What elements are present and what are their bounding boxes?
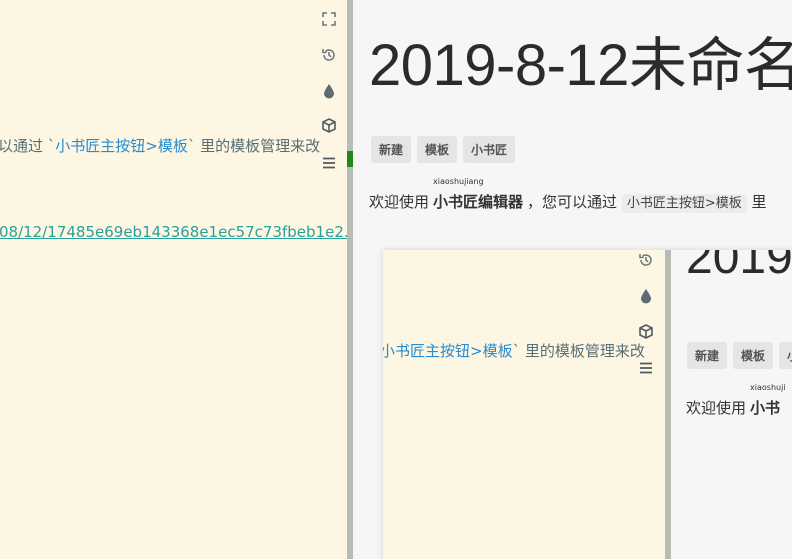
embedded-tag-list: 新建 模板 小 xyxy=(687,342,792,369)
embedded-title: 2019 xyxy=(686,250,792,284)
history-icon xyxy=(633,250,659,273)
app-window: 以通过 `小书匠主按钮>模板` 里的模板管理来改 08/12/17485e69e… xyxy=(0,0,792,559)
menu-icon[interactable] xyxy=(316,150,342,176)
embedded-inline-code: 小书匠主按钮>模板 xyxy=(383,342,513,360)
embedded-editor: 小书匠主按钮>模板` 里的模板管理来改 xyxy=(383,250,665,559)
editor-text: 以通过 ` xyxy=(0,137,56,155)
welcome-middle: ，您可以通过 xyxy=(527,193,618,211)
editor-line-image-url[interactable]: 08/12/17485e69eb143368e1ec57c73fbeb1e2.p xyxy=(0,223,347,241)
welcome-prefix: 欢迎使用 xyxy=(369,193,430,211)
embedded-preview: 2019 新建 模板 小 欢迎使用xiaoshuji 小书 xyxy=(671,250,792,559)
brand-name: 小书匠编辑器 xyxy=(433,193,524,211)
editor-line-template-tip[interactable]: 以通过 `小书匠主按钮>模板` 里的模板管理来改 xyxy=(0,135,320,156)
embedded-tag: 模板 xyxy=(733,342,774,369)
editor-inline-code: 小书匠主按钮>模板 xyxy=(55,137,188,155)
brand-pinyin: xiaoshujiang xyxy=(433,177,484,186)
markdown-editor[interactable]: 以通过 `小书匠主按钮>模板` 里的模板管理来改 08/12/17485e69e… xyxy=(0,0,347,559)
menu-icon xyxy=(633,355,659,381)
embedded-welcome: 欢迎使用 xiaoshuji 小书 xyxy=(686,383,786,418)
embedded-tag: 小 xyxy=(779,342,792,369)
welcome-suffix: 里 xyxy=(751,193,767,211)
embedded-screenshot: 小书匠主按钮>模板` 里的模板管理来改 2019 新建 模板 欢迎使用 xiao… xyxy=(383,250,792,559)
embedded-tag: 新建 xyxy=(687,342,728,369)
theme-drop-icon xyxy=(633,283,659,309)
package-icon[interactable] xyxy=(316,113,342,139)
embedded-welcome-prefix: 欢迎使用 xyxy=(686,399,747,417)
tag-item[interactable]: 小书匠 xyxy=(463,136,516,163)
tag-list: 新建 模板 小书匠 xyxy=(371,136,516,163)
inline-code-chip: 小书匠主按钮>模板 xyxy=(621,194,747,213)
embedded-text: ` 里的模板管理来改 xyxy=(512,342,645,360)
markdown-preview: 2019-8-12未命名文 新建 模板 小书匠 欢迎使用xiaoshujiang… xyxy=(353,0,792,559)
history-icon[interactable] xyxy=(316,42,342,68)
theme-drop-icon[interactable] xyxy=(316,78,342,104)
embedded-brand-pinyin: xiaoshuji xyxy=(750,383,786,392)
welcome-paragraph: 欢迎使用 xiaoshujiang 小书匠编辑器 ，您可以通过 小书匠主按钮>模板 里 xyxy=(369,177,767,213)
embedded-editor-line: 小书匠主按钮>模板` 里的模板管理来改 xyxy=(383,340,645,361)
document-title: 2019-8-12未命名文 xyxy=(369,33,792,98)
brand-ruby: xiaoshujiang 小书匠编辑器 xyxy=(433,177,524,212)
embedded-toolbar xyxy=(633,250,659,380)
tag-item[interactable]: 模板 xyxy=(417,136,458,163)
fullscreen-icon[interactable] xyxy=(316,6,342,32)
editor-toolbar xyxy=(316,0,342,180)
embedded-brand-name: 小书 xyxy=(750,399,781,417)
package-icon xyxy=(633,319,659,345)
editor-text: ` 里的模板管理来改 xyxy=(187,137,321,155)
tag-item[interactable]: 新建 xyxy=(371,136,412,163)
embedded-brand-ruby: xiaoshuji 小书 xyxy=(750,383,786,418)
image-url-link[interactable]: 08/12/17485e69eb143368e1ec57c73fbeb1e2.p xyxy=(0,223,347,241)
